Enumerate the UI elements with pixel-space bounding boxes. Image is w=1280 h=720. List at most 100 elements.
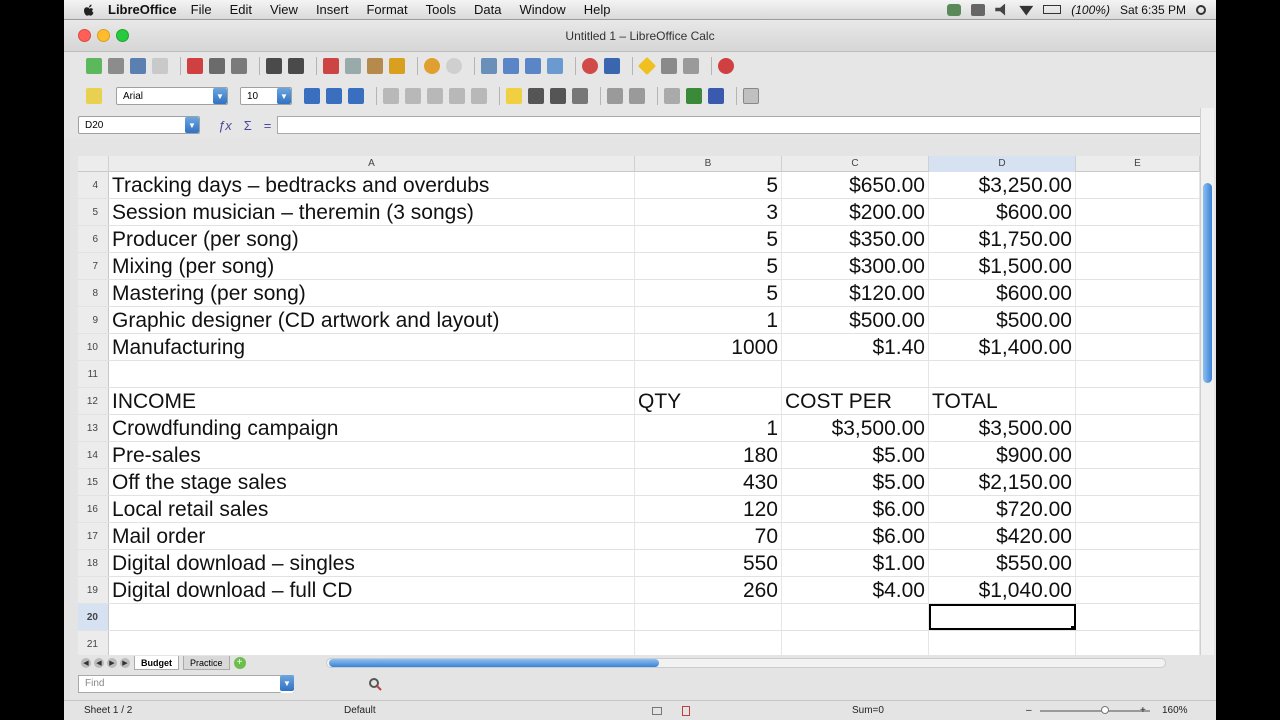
volume-icon[interactable]: [995, 3, 1006, 16]
zoom-level[interactable]: 160%: [1162, 705, 1188, 716]
menu-data[interactable]: Data: [474, 2, 501, 17]
align-left-icon[interactable]: [383, 88, 399, 104]
cell-b17[interactable]: 70: [635, 523, 782, 549]
align-right-icon[interactable]: [427, 88, 443, 104]
column-header-d[interactable]: D: [929, 156, 1076, 172]
navigator-icon[interactable]: [604, 58, 620, 74]
cell-e5[interactable]: [1076, 199, 1200, 225]
cell-b9[interactable]: 1: [635, 307, 782, 333]
cell-a13[interactable]: Crowdfunding campaign: [109, 415, 635, 441]
row-header[interactable]: 16: [78, 496, 109, 522]
row-header[interactable]: 17: [78, 523, 109, 549]
cell-c8[interactable]: $120.00: [782, 280, 929, 306]
styles-icon[interactable]: [86, 88, 102, 104]
formula-equals-icon[interactable]: =: [264, 118, 272, 133]
cell-d15[interactable]: $2,150.00: [929, 469, 1076, 495]
row-header[interactable]: 13: [78, 415, 109, 441]
undo-icon[interactable]: [424, 58, 440, 74]
row-header[interactable]: 7: [78, 253, 109, 279]
title-bar[interactable]: Untitled 1 – LibreOffice Calc: [64, 20, 1216, 52]
cell-c15[interactable]: $5.00: [782, 469, 929, 495]
cell-d6[interactable]: $1,750.00: [929, 226, 1076, 252]
cell-c17[interactable]: $6.00: [782, 523, 929, 549]
cell-b5[interactable]: 3: [635, 199, 782, 225]
cell-d17[interactable]: $420.00: [929, 523, 1076, 549]
cell-c14[interactable]: $5.00: [782, 442, 929, 468]
find-magnifier-icon[interactable]: [368, 677, 382, 691]
menu-view[interactable]: View: [270, 2, 298, 17]
chevron-down-icon[interactable]: ▼: [280, 675, 294, 691]
cell-e10[interactable]: [1076, 334, 1200, 360]
cell-c9[interactable]: $500.00: [782, 307, 929, 333]
print-icon[interactable]: [209, 58, 225, 74]
save-icon[interactable]: [130, 58, 146, 74]
new-document-icon[interactable]: [86, 58, 102, 74]
cell-e8[interactable]: [1076, 280, 1200, 306]
cell-e20[interactable]: [1076, 604, 1200, 630]
cell-c10[interactable]: $1.40: [782, 334, 929, 360]
row-header[interactable]: 12: [78, 388, 109, 414]
cell-a5[interactable]: Session musician – theremin (3 songs): [109, 199, 635, 225]
vertical-scrollbar[interactable]: [1200, 108, 1214, 655]
sum-indicator[interactable]: Sum=0: [852, 705, 884, 716]
cell-a9[interactable]: Graphic designer (CD artwork and layout): [109, 307, 635, 333]
column-header-b[interactable]: B: [635, 156, 782, 172]
sync-icon[interactable]: [971, 3, 986, 16]
find-dropdown[interactable]: ▼: [280, 675, 294, 693]
zoom-out-icon[interactable]: –: [1026, 705, 1032, 716]
wifi-icon[interactable]: [1019, 5, 1034, 16]
chart-icon[interactable]: [547, 58, 563, 74]
italic-icon[interactable]: [326, 88, 342, 104]
cell-d16[interactable]: $720.00: [929, 496, 1076, 522]
cell-e12[interactable]: [1076, 388, 1200, 414]
menu-insert[interactable]: Insert: [316, 2, 349, 17]
horizontal-scroll-thumb[interactable]: [328, 659, 659, 667]
cell-e9[interactable]: [1076, 307, 1200, 333]
chevron-down-icon[interactable]: ▼: [213, 88, 227, 104]
cell-d13[interactable]: $3,500.00: [929, 415, 1076, 441]
cell-d4[interactable]: $3,250.00: [929, 172, 1076, 198]
function-wizard-icon[interactable]: ƒx: [218, 118, 232, 133]
zoom-icon[interactable]: [683, 58, 699, 74]
sheet-tab-budget[interactable]: Budget: [134, 656, 179, 670]
autospell-icon[interactable]: [288, 58, 304, 74]
cell-b13[interactable]: 1: [635, 415, 782, 441]
cell-a19[interactable]: Digital download – full CD: [109, 577, 635, 603]
justify-icon[interactable]: [449, 88, 465, 104]
row-header[interactable]: 6: [78, 226, 109, 252]
cell-a16[interactable]: Local retail sales: [109, 496, 635, 522]
font-color-icon[interactable]: [708, 88, 724, 104]
cell-e4[interactable]: [1076, 172, 1200, 198]
menubar-clock[interactable]: Sat 6:35 PM: [1120, 3, 1186, 17]
cell-b21[interactable]: [635, 631, 782, 655]
cell-c21[interactable]: [782, 631, 929, 655]
cell-e11[interactable]: [1076, 361, 1200, 387]
sheet-tab-practice[interactable]: Practice: [183, 656, 230, 670]
cell-a17[interactable]: Mail order: [109, 523, 635, 549]
menu-file[interactable]: File: [191, 2, 212, 17]
row-header[interactable]: 5: [78, 199, 109, 225]
cell-c5[interactable]: $200.00: [782, 199, 929, 225]
cell-e13[interactable]: [1076, 415, 1200, 441]
column-header-e[interactable]: E: [1076, 156, 1200, 172]
menu-format[interactable]: Format: [366, 2, 407, 17]
increase-indent-icon[interactable]: [629, 88, 645, 104]
cell-d20[interactable]: [929, 604, 1076, 630]
add-decimal-icon[interactable]: [572, 88, 588, 104]
cell-d8[interactable]: $600.00: [929, 280, 1076, 306]
cell-e16[interactable]: [1076, 496, 1200, 522]
cut-icon[interactable]: [323, 58, 339, 74]
selection-mode-icon[interactable]: [652, 707, 662, 715]
add-sheet-icon[interactable]: +: [233, 657, 246, 669]
cell-a7[interactable]: Mixing (per song): [109, 253, 635, 279]
name-box[interactable]: D20 ▼: [78, 116, 200, 134]
spreadsheet-grid[interactable]: ABCDE 4 Tracking days – bedtracks and ove…: [78, 156, 1200, 655]
cell-d9[interactable]: $500.00: [929, 307, 1076, 333]
next-sheet-icon[interactable]: ▶: [107, 658, 117, 668]
row-header[interactable]: 20: [78, 604, 109, 630]
cell-b19[interactable]: 260: [635, 577, 782, 603]
horizontal-scrollbar[interactable]: [325, 658, 1166, 668]
cell-d19[interactable]: $1,040.00: [929, 577, 1076, 603]
cell-b18[interactable]: 550: [635, 550, 782, 576]
menu-edit[interactable]: Edit: [230, 2, 252, 17]
